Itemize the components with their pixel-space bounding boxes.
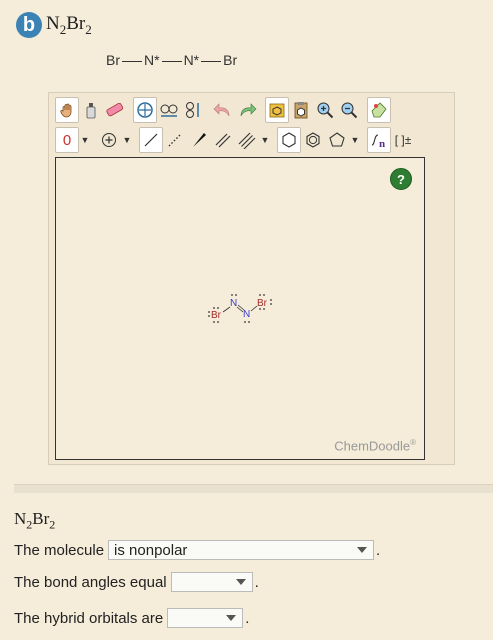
pentagon-ring-icon[interactable] <box>325 127 349 153</box>
toolbar-row-2: 0 ▼ ▼ ▼ ▼ n []± <box>55 127 415 153</box>
atom-br-left: Br <box>106 52 120 68</box>
atom-br-right: Br <box>223 52 238 68</box>
drawing-canvas[interactable]: ? Br N N Br ChemDoodle® <box>55 157 425 460</box>
zoom-out-icon[interactable] <box>337 97 361 123</box>
clean-icon[interactable] <box>367 97 391 123</box>
flip-horizontal-icon[interactable] <box>157 97 181 123</box>
dashed-bond-icon[interactable] <box>163 127 187 153</box>
add-charge-icon[interactable] <box>97 127 121 153</box>
bond-line <box>122 60 142 62</box>
help-icon[interactable]: ? <box>390 168 412 190</box>
bond-line <box>161 60 182 62</box>
lasso-icon[interactable] <box>79 97 103 123</box>
bond-angles-label: The bond angles equal <box>14 573 167 591</box>
molecule-atom-n-left: N <box>230 298 237 309</box>
hybrid-orbitals-select[interactable] <box>167 608 244 628</box>
chevron-down-icon[interactable]: ▼ <box>349 127 361 153</box>
flip-vertical-icon[interactable] <box>181 97 205 123</box>
eraser-icon[interactable] <box>103 97 127 123</box>
chemdoodle-watermark: ChemDoodle® <box>334 437 416 453</box>
molecule-atom-br-left: Br <box>211 310 222 321</box>
single-bond-icon[interactable] <box>139 127 163 153</box>
benzene-ring-icon[interactable] <box>301 127 325 153</box>
wedge-bond-icon[interactable] <box>187 127 211 153</box>
chevron-down-icon[interactable]: ▼ <box>79 127 91 153</box>
molecule-atom-n-right: N <box>243 309 250 320</box>
chevron-down-icon[interactable]: ▼ <box>121 127 133 153</box>
skeletal-formula: Br N* N* Br <box>106 52 237 68</box>
paste-icon[interactable] <box>289 97 313 123</box>
center-icon[interactable] <box>133 97 157 123</box>
molecule-atom-br-right: Br <box>257 298 268 309</box>
redo-icon[interactable] <box>235 97 259 123</box>
polarity-label: The molecule <box>14 541 105 559</box>
chevron-down-icon[interactable]: ▼ <box>259 127 271 153</box>
bond-angles-select[interactable] <box>170 572 253 592</box>
hybrid-orbitals-label: The hybrid orbitals are <box>14 609 164 627</box>
atom-n-left: N* <box>144 52 160 68</box>
question-bond-angles: The bond angles equal . <box>14 572 259 592</box>
toolbar-row-1 <box>55 97 391 123</box>
bond-line <box>201 60 222 62</box>
question-polarity: The molecule is nonpolar . <box>14 540 381 560</box>
atom-n-right: N* <box>183 52 200 68</box>
svg-text:n: n <box>379 138 385 149</box>
question-formula: N2Br2 <box>14 509 56 532</box>
chevron-down-icon <box>357 547 368 553</box>
undo-icon[interactable] <box>211 97 235 123</box>
double-bond-icon[interactable] <box>211 127 235 153</box>
n2br2-molecule: Br N N Br <box>208 294 272 323</box>
chevron-down-icon <box>226 615 237 621</box>
hand-tool-icon[interactable] <box>55 97 79 123</box>
polarity-select[interactable]: is nonpolar <box>108 540 375 560</box>
copy-icon[interactable] <box>265 97 289 123</box>
hexagon-ring-icon[interactable] <box>277 127 301 153</box>
question-hybrid-orbitals: The hybrid orbitals are . <box>14 608 250 628</box>
bracket-charge-button[interactable]: [ ]± <box>391 127 415 153</box>
charge-label-button[interactable]: 0 <box>55 127 79 153</box>
part-formula: N2Br2 <box>46 12 92 37</box>
part-badge: b <box>16 12 42 38</box>
zoom-in-icon[interactable] <box>313 97 337 123</box>
chain-tool-icon[interactable]: n <box>367 127 391 153</box>
section-divider <box>14 484 493 493</box>
chevron-down-icon <box>235 579 246 585</box>
part-header: b N2Br2 <box>16 12 92 38</box>
triple-bond-icon[interactable] <box>235 127 259 153</box>
